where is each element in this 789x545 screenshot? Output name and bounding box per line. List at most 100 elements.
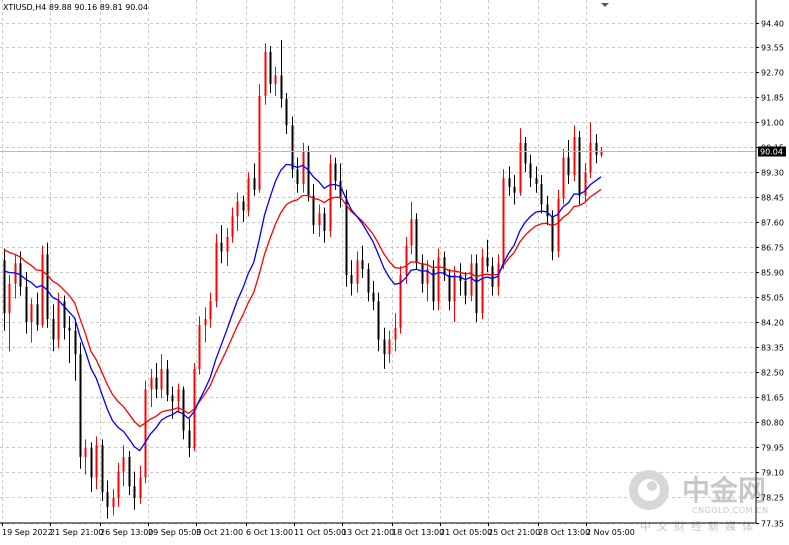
candle-body xyxy=(519,142,522,193)
candle-body xyxy=(557,198,560,252)
candle-body xyxy=(264,51,267,96)
candle-body xyxy=(535,178,538,184)
candle-body xyxy=(36,304,39,325)
candle-body xyxy=(46,254,49,320)
price-chart[interactable]: 中金网 CNGOLD.COM.CN 中文财经新媒体 94.40 93.55 92.7… xyxy=(0,0,789,541)
candle-body xyxy=(253,178,256,190)
candle-body xyxy=(25,286,28,322)
candle-body xyxy=(155,377,158,390)
candle-body xyxy=(367,269,370,293)
last-price-label: 90.04 xyxy=(760,148,783,157)
candle-body xyxy=(573,137,576,176)
candle-body xyxy=(30,304,33,322)
chart-grid xyxy=(0,0,756,524)
price-tick-label: 79.95 xyxy=(761,444,784,453)
candle-body xyxy=(144,389,147,478)
price-tick-label: 78.25 xyxy=(761,494,784,503)
watermark-en: CNGOLD.COM.CN xyxy=(692,506,769,515)
candle-body xyxy=(508,178,511,187)
candle-body xyxy=(8,283,11,314)
candle-body xyxy=(491,266,494,287)
time-tick-label: 21 Sep 21:00 xyxy=(50,528,103,537)
candle-body xyxy=(258,95,261,190)
last-price-tag: 90.04 xyxy=(758,146,786,157)
watermark-logo: 中金网 CNGOLD.COM.CN 中文财经新媒体 xyxy=(629,470,769,533)
time-tick-label: 6 Oct 13:00 xyxy=(246,528,293,537)
candle-body xyxy=(318,213,321,226)
price-tick-label: 80.80 xyxy=(761,419,784,428)
candle-body xyxy=(150,377,153,390)
candle-body xyxy=(280,75,283,99)
candle-body xyxy=(188,430,191,449)
candle-body xyxy=(274,75,277,85)
candle-body xyxy=(475,263,478,314)
candle-body xyxy=(372,292,375,302)
price-tick-label: 86.75 xyxy=(761,244,784,253)
candle-body xyxy=(90,448,93,478)
watermark-sub: 中文财经新媒体 xyxy=(640,519,759,533)
candle-body xyxy=(106,492,109,507)
candle-body xyxy=(437,257,440,302)
candle-body xyxy=(291,125,294,170)
candle-body xyxy=(595,142,598,155)
candle-body xyxy=(443,257,446,275)
candle-body xyxy=(361,260,364,270)
time-tick-label: 2 Nov 05:00 xyxy=(586,528,635,537)
chart-canvas[interactable]: 中金网 CNGOLD.COM.CN 中文财经新媒体 94.40 93.55 92.7… xyxy=(0,0,789,541)
candle-body xyxy=(95,445,98,478)
candle-body xyxy=(84,448,87,457)
time-tick-label: 29 Sep 05:00 xyxy=(148,528,201,537)
price-tick-label: 91.00 xyxy=(761,119,784,128)
candle-body xyxy=(540,183,543,205)
candle-body xyxy=(589,142,592,173)
candle-body xyxy=(356,260,359,284)
price-tick-label: 79.10 xyxy=(761,469,784,478)
candle-body xyxy=(567,157,570,176)
candle-body xyxy=(584,172,587,196)
candle-body xyxy=(52,319,55,340)
candle-body xyxy=(388,339,391,355)
candle-body xyxy=(209,301,212,320)
time-tick-label: 19 Sep 2022 xyxy=(2,528,53,537)
candle-body xyxy=(220,242,223,252)
candle-body xyxy=(226,236,229,252)
price-tick-label: 88.45 xyxy=(761,194,784,203)
candle-body xyxy=(296,169,299,184)
candle-body xyxy=(421,263,424,284)
price-tick-label: 89.30 xyxy=(761,169,784,178)
candle-body xyxy=(350,274,353,284)
candle-body xyxy=(394,327,397,340)
price-tick-label: 77.35 xyxy=(761,520,784,529)
candle-body xyxy=(329,163,332,231)
price-tick-label: 85.05 xyxy=(761,294,784,303)
ma-fast-line xyxy=(3,163,602,452)
time-tick-label: 21 Oct 05:00 xyxy=(440,528,492,537)
candle-body xyxy=(285,98,288,126)
price-tick-label: 81.65 xyxy=(761,394,784,403)
candle-body xyxy=(231,216,234,237)
candle-body xyxy=(117,471,120,499)
candle-body xyxy=(529,163,532,179)
candle-body xyxy=(302,151,305,184)
candle-body xyxy=(377,301,380,340)
candle-body xyxy=(204,319,207,325)
candle-body xyxy=(339,181,342,199)
scroll-marker-icon[interactable] xyxy=(601,3,609,7)
candles-layer xyxy=(3,40,603,519)
candle-body xyxy=(486,257,489,267)
candle-body xyxy=(312,195,315,226)
candle-body xyxy=(68,327,71,331)
candle-body xyxy=(236,201,239,217)
candle-body xyxy=(562,157,565,199)
candle-body xyxy=(323,213,326,231)
candle-body xyxy=(415,219,418,264)
candle-body xyxy=(101,445,104,493)
candle-body xyxy=(242,201,245,211)
candle-body xyxy=(177,389,180,402)
time-tick-label: 13 Oct 21:00 xyxy=(342,528,394,537)
time-tick-label: 3 Oct 21:00 xyxy=(196,528,243,537)
time-tick-label: 18 Oct 13:00 xyxy=(392,528,444,537)
candle-body xyxy=(215,242,218,302)
candle-body xyxy=(383,339,386,355)
price-tick-label: 83.35 xyxy=(761,344,784,353)
